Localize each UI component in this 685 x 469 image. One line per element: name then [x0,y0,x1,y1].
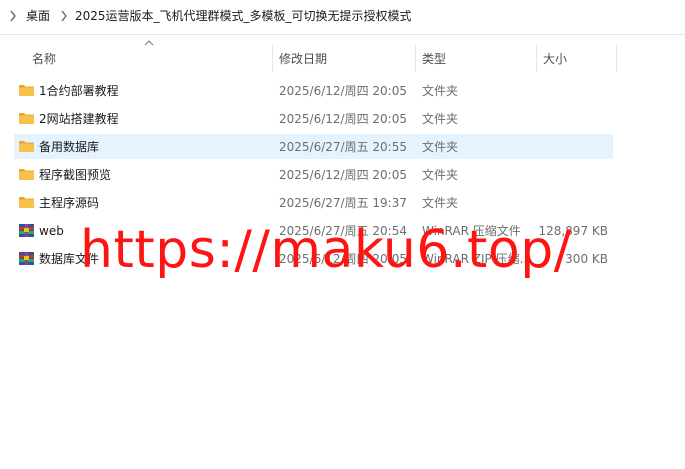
file-name: 1合约部署教程 [39,84,119,98]
file-modified: 2025/6/12/周四 20:05 [279,168,407,182]
folder-icon [19,141,34,152]
file-type: 文件夹 [422,196,459,210]
column-header-name[interactable]: 名称 [32,50,56,67]
file-modified: 2025/6/27/周五 19:37 [279,196,407,210]
watermark-url-text: https://maku6.top/ [80,220,572,280]
file-type: 文件夹 [422,168,459,182]
file-name: 主程序源码 [39,196,100,210]
winrar-zip-icon [19,252,34,265]
column-header-modified[interactable]: 修改日期 [279,50,327,67]
column-header-type[interactable]: 类型 [422,50,446,67]
folder-icon [19,169,34,180]
file-row[interactable]: 2网站搭建教程 2025/6/12/周四 20:05 文件夹 [14,106,613,131]
breadcrumb-item-current-folder[interactable]: 2025运营版本_飞机代理群模式_多模板_可切换无提示授权模式 [75,8,412,24]
folder-icon [19,197,34,208]
file-row-selected[interactable]: 备用数据库 2025/6/27/周五 20:55 文件夹 [14,134,613,159]
chevron-right-icon[interactable] [61,10,67,22]
file-type: 文件夹 [422,84,459,98]
file-row[interactable]: 主程序源码 2025/6/27/周五 19:37 文件夹 [14,190,613,215]
file-name: web [39,224,64,238]
file-modified: 2025/6/27/周五 20:55 [279,140,407,154]
file-name: 2网站搭建教程 [39,112,119,126]
chevron-right-icon[interactable] [10,10,16,22]
column-header-row: 名称 修改日期 类型 大小 [0,44,685,72]
winrar-archive-icon [19,224,34,237]
file-explorer-window: 桌面 2025运营版本_飞机代理群模式_多模板_可切换无提示授权模式 名称 修改… [0,0,685,469]
column-header-size[interactable]: 大小 [543,50,567,67]
file-name: 程序截图预览 [39,168,112,182]
address-bar[interactable]: 桌面 2025运营版本_飞机代理群模式_多模板_可切换无提示授权模式 [0,0,685,35]
column-divider[interactable] [616,44,617,72]
file-name: 备用数据库 [39,140,100,154]
file-modified: 2025/6/12/周四 20:05 [279,112,407,126]
breadcrumb-item-desktop[interactable]: 桌面 [26,8,50,24]
file-row[interactable]: 程序截图预览 2025/6/12/周四 20:05 文件夹 [14,162,613,187]
file-type: 文件夹 [422,112,459,126]
column-divider[interactable] [536,44,537,72]
folder-icon [19,85,34,96]
file-modified: 2025/6/12/周四 20:05 [279,84,407,98]
column-divider[interactable] [415,44,416,72]
file-row[interactable]: 1合约部署教程 2025/6/12/周四 20:05 文件夹 [14,78,613,103]
folder-icon [19,113,34,124]
file-type: 文件夹 [422,140,459,154]
column-divider[interactable] [272,44,273,72]
